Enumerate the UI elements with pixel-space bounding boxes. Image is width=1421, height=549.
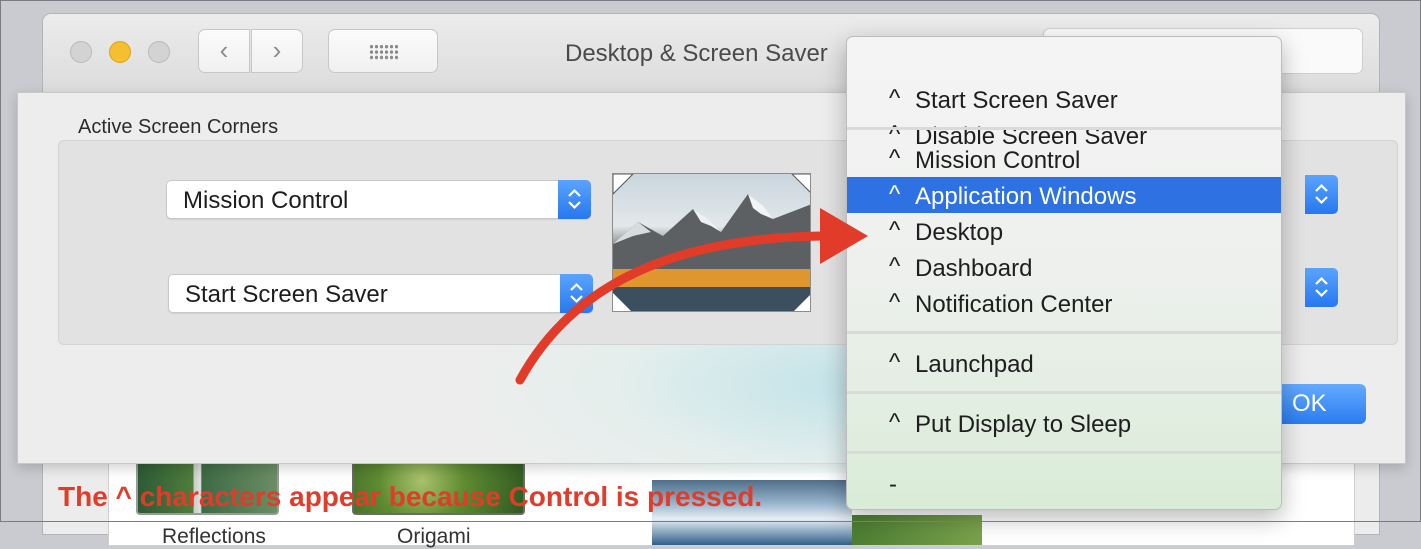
control-modifier-icon: ^ (889, 289, 901, 316)
menu-item-label: Application Windows (915, 183, 1137, 210)
control-modifier-icon: ^ (889, 349, 901, 376)
menu-item-start-screen-saver[interactable]: ^ Start Screen Saver (847, 81, 1281, 117)
bottom-left-corner-popup[interactable]: Start Screen Saver (168, 274, 593, 313)
menu-item-label: Notification Center (915, 291, 1113, 318)
menu-item-label: - (889, 471, 897, 498)
mountain-wallpaper-icon (613, 174, 810, 311)
thumbnail-label: Reflections (162, 525, 266, 548)
minimize-button[interactable] (109, 41, 131, 63)
grid-icon (369, 44, 399, 60)
up-down-chevron-icon[interactable] (558, 180, 591, 219)
thumbnail-label: Origami (397, 525, 471, 548)
menu-item-label: Dashboard (915, 255, 1033, 282)
desktop-preview-monitor (612, 173, 811, 312)
menu-separator (847, 391, 1281, 394)
zoom-button[interactable] (148, 41, 170, 63)
control-modifier-icon: ^ (889, 253, 901, 280)
top-left-corner-popup[interactable]: Mission Control (166, 180, 591, 219)
up-down-chevron-icon[interactable] (560, 274, 593, 313)
menu-item-put-display-to-sleep[interactable]: ^ Put Display to Sleep (847, 405, 1281, 441)
popup-value: Mission Control (183, 187, 349, 214)
menu-item-launchpad[interactable]: ^ Launchpad (847, 345, 1281, 381)
popup-value: Start Screen Saver (185, 281, 388, 308)
menu-item-mission-control[interactable]: ^ Mission Control (847, 141, 1281, 177)
bottom-right-corner-popup[interactable] (1297, 268, 1338, 308)
control-modifier-icon: ^ (889, 181, 901, 208)
window-title: Desktop & Screen Saver (565, 40, 828, 67)
up-down-chevron-icon[interactable] (1305, 268, 1338, 307)
menu-separator (847, 331, 1281, 334)
menu-separator (847, 451, 1281, 454)
control-modifier-icon: ^ (889, 409, 901, 436)
sheet-title: Active Screen Corners (78, 116, 279, 138)
menu-item-desktop[interactable]: ^ Desktop (847, 213, 1281, 249)
menu-item-label: Launchpad (915, 351, 1034, 378)
menu-item-label: Desktop (915, 219, 1004, 246)
menu-item-dashboard[interactable]: ^ Dashboard (847, 249, 1281, 285)
preview-image (852, 515, 982, 545)
top-right-corner-popup[interactable] (1297, 175, 1338, 215)
control-modifier-icon: ^ (889, 217, 901, 244)
back-button[interactable]: ‹ (198, 29, 250, 73)
menu-item-label: Mission Control (915, 147, 1081, 174)
show-all-button[interactable] (328, 29, 438, 73)
menu-item-application-windows[interactable]: ^ Application Windows (847, 177, 1281, 213)
menu-separator (847, 127, 1281, 130)
control-modifier-icon: ^ (889, 85, 901, 112)
menu-item-label: Start Screen Saver (915, 87, 1118, 114)
menu-item-none[interactable]: - (847, 465, 1281, 501)
menu-item-label: Put Display to Sleep (915, 411, 1132, 438)
corner-action-menu: ^ Start Screen Saver ^ Disable Screen Sa… (846, 36, 1282, 510)
control-modifier-icon: ^ (889, 145, 901, 172)
annotation-text: The ^ characters appear because Control … (58, 481, 763, 512)
menu-item-notification-center[interactable]: ^ Notification Center (847, 285, 1281, 321)
up-down-chevron-icon[interactable] (1305, 175, 1338, 214)
close-button[interactable] (70, 41, 92, 63)
forward-button[interactable]: › (251, 29, 303, 73)
